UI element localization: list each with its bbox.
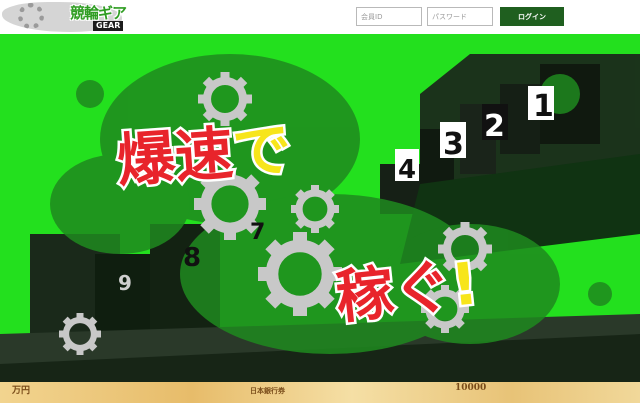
site-header: 競輪ギア GEAR ログイン <box>0 0 640 34</box>
banknote-text: 10000 <box>455 383 487 393</box>
headline-top: 爆速で <box>115 115 293 195</box>
banknote-text: 日本銀行券 <box>250 386 285 395</box>
login-button[interactable]: ログイン <box>500 7 564 26</box>
logo-title: 競輪ギア <box>70 4 127 22</box>
gate-number: 4 <box>398 155 416 185</box>
password-input[interactable] <box>427 7 493 26</box>
gate-number: 8 <box>183 243 201 273</box>
gate-number: 3 <box>443 127 464 162</box>
logo-subtitle: GEAR <box>93 21 124 31</box>
gate-number: 2 <box>484 109 505 144</box>
hero-artwork: 1 2 3 4 7 8 9 爆速で 稼ぐ! <box>0 54 640 382</box>
site-logo[interactable]: 競輪ギア GEAR <box>0 0 130 34</box>
gate-number: 7 <box>250 220 265 245</box>
gear-icon <box>18 3 44 29</box>
member-id-input[interactable] <box>356 7 422 26</box>
banknote-strip: 万円 日本銀行券 10000 <box>0 382 640 403</box>
gate-number: 9 <box>118 271 132 295</box>
banknote-text: 万円 <box>12 386 31 396</box>
gate-number: 1 <box>533 89 554 124</box>
hero-banner[interactable]: 1 2 3 4 7 8 9 爆速で 稼ぐ! <box>0 34 640 382</box>
